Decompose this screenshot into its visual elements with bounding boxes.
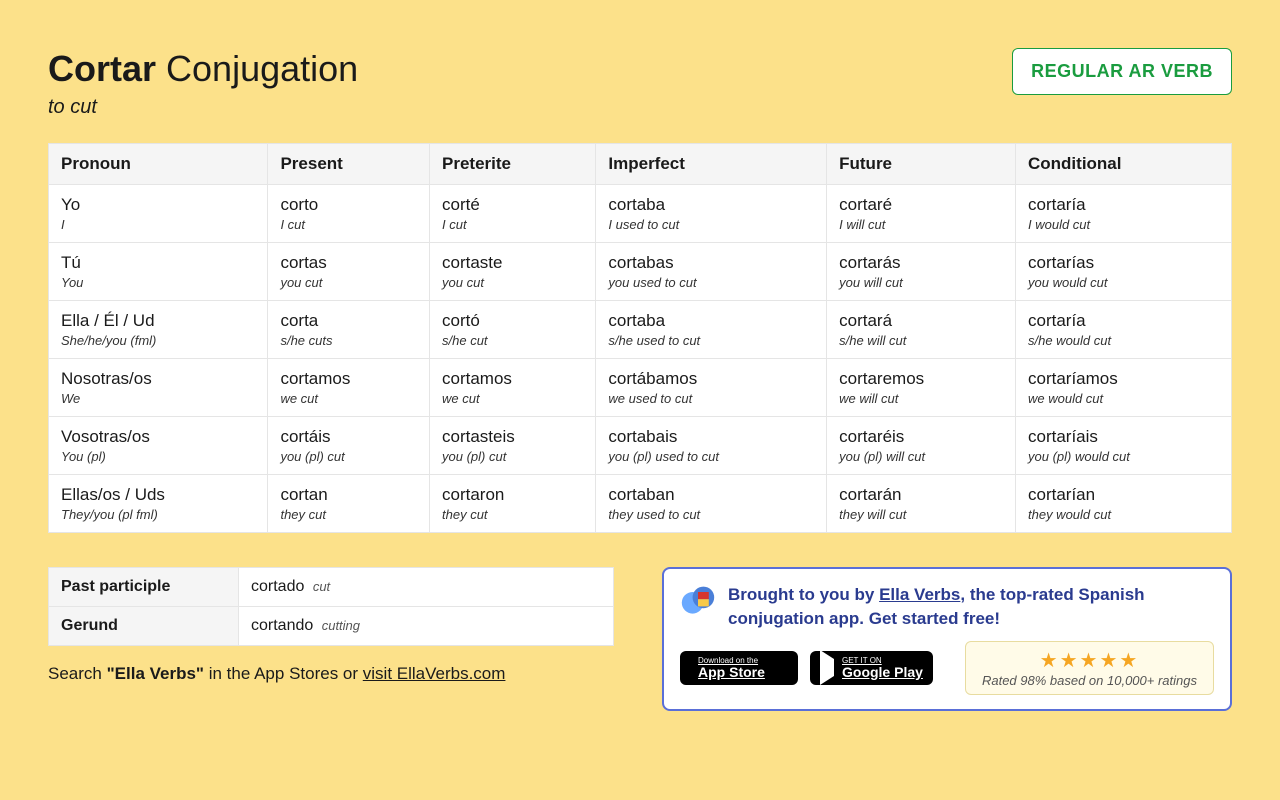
pronoun-cell: Vosotras/osYou (pl) bbox=[49, 417, 268, 475]
verb-translation: to cut bbox=[48, 96, 358, 119]
conjugation-cell: cortabas/he used to cut bbox=[596, 301, 827, 359]
pronoun-cell: Ellas/os / UdsThey/you (pl fml) bbox=[49, 475, 268, 533]
conjugation-cell: cortamoswe cut bbox=[268, 359, 430, 417]
conjugation-cell: cortamoswe cut bbox=[430, 359, 596, 417]
page-title: Cortar Conjugation bbox=[48, 48, 358, 90]
google-play-badge[interactable]: GET IT ON Google Play bbox=[810, 651, 933, 685]
pronoun-cell: Ella / Él / UdShe/he/you (fml) bbox=[49, 301, 268, 359]
ellaverbs-link[interactable]: visit EllaVerbs.com bbox=[363, 664, 506, 683]
gerund-translation: cutting bbox=[322, 618, 360, 633]
conjugation-cell: cortoI cut bbox=[268, 185, 430, 243]
gerund-label: Gerund bbox=[49, 607, 239, 646]
promo-box: Brought to you by Ella Verbs, the top-ra… bbox=[662, 567, 1232, 711]
conjugation-cell: cortáisyou (pl) cut bbox=[268, 417, 430, 475]
conjugation-cell: cortasyou cut bbox=[268, 243, 430, 301]
past-participle-label: Past participle bbox=[49, 568, 239, 607]
past-participle-value: cortado bbox=[251, 578, 304, 595]
column-header: Future bbox=[827, 144, 1016, 185]
pronoun-cell: Nosotras/osWe bbox=[49, 359, 268, 417]
table-row: TúYoucortasyou cutcortasteyou cutcortaba… bbox=[49, 243, 1232, 301]
column-header: Present bbox=[268, 144, 430, 185]
app-icon bbox=[680, 583, 716, 619]
conjugation-cell: cortaremoswe will cut bbox=[827, 359, 1016, 417]
pronoun-cell: YoI bbox=[49, 185, 268, 243]
conjugation-cell: cortaríaI would cut bbox=[1016, 185, 1232, 243]
star-icons: ★★★★★ bbox=[982, 648, 1197, 673]
extra-forms-table: Past participle cortado cut Gerund corta… bbox=[48, 567, 614, 646]
conjugation-cell: cortaránthey will cut bbox=[827, 475, 1016, 533]
conjugation-cell: cortabaisyou (pl) used to cut bbox=[596, 417, 827, 475]
table-row: YoIcortoI cutcortéI cutcortabaI used to … bbox=[49, 185, 1232, 243]
conjugation-cell: cortábamoswe used to cut bbox=[596, 359, 827, 417]
conjugation-cell: cortarías/he would cut bbox=[1016, 301, 1232, 359]
conjugation-cell: cortasteyou cut bbox=[430, 243, 596, 301]
ella-verbs-promo-link[interactable]: Ella Verbs bbox=[879, 585, 960, 604]
google-play-icon bbox=[820, 659, 834, 677]
conjugation-cell: cortarás/he will cut bbox=[827, 301, 1016, 359]
conjugation-cell: cortaréI will cut bbox=[827, 185, 1016, 243]
title-suffix: Conjugation bbox=[156, 48, 358, 89]
table-row: Ella / Él / UdShe/he/you (fml)cortas/he … bbox=[49, 301, 1232, 359]
conjugation-cell: cortaríaisyou (pl) would cut bbox=[1016, 417, 1232, 475]
rating-box: ★★★★★ Rated 98% based on 10,000+ ratings bbox=[965, 641, 1214, 695]
conjugation-cell: cortéI cut bbox=[430, 185, 596, 243]
conjugation-cell: cortabasyou used to cut bbox=[596, 243, 827, 301]
conjugation-cell: cortabaI used to cut bbox=[596, 185, 827, 243]
conjugation-cell: cortanthey cut bbox=[268, 475, 430, 533]
conjugation-cell: cortaríamoswe would cut bbox=[1016, 359, 1232, 417]
conjugation-cell: cortaríanthey would cut bbox=[1016, 475, 1232, 533]
conjugation-table: PronounPresentPreteriteImperfectFutureCo… bbox=[48, 143, 1232, 533]
conjugation-cell: cortabanthey used to cut bbox=[596, 475, 827, 533]
pronoun-cell: TúYou bbox=[49, 243, 268, 301]
gerund-value: cortando bbox=[251, 617, 313, 634]
table-row: Nosotras/osWecortamoswe cutcortamoswe cu… bbox=[49, 359, 1232, 417]
app-store-badge[interactable]: Download on the App Store bbox=[680, 651, 798, 685]
conjugation-cell: cortaríasyou would cut bbox=[1016, 243, 1232, 301]
gerund-cell: cortando cutting bbox=[239, 607, 614, 646]
past-participle-cell: cortado cut bbox=[239, 568, 614, 607]
table-row: Ellas/os / UdsThey/you (pl fml)cortanthe… bbox=[49, 475, 1232, 533]
conjugation-cell: cortasteisyou (pl) cut bbox=[430, 417, 596, 475]
conjugation-cell: cortas/he cuts bbox=[268, 301, 430, 359]
verb-name: Cortar bbox=[48, 48, 156, 89]
search-instruction: Search "Ella Verbs" in the App Stores or… bbox=[48, 664, 614, 684]
column-header: Preterite bbox=[430, 144, 596, 185]
past-participle-translation: cut bbox=[313, 579, 330, 594]
verb-type-badge: REGULAR AR VERB bbox=[1012, 48, 1232, 95]
column-header: Imperfect bbox=[596, 144, 827, 185]
column-header: Pronoun bbox=[49, 144, 268, 185]
conjugation-cell: cortaronthey cut bbox=[430, 475, 596, 533]
conjugation-cell: cortaréisyou (pl) will cut bbox=[827, 417, 1016, 475]
conjugation-cell: cortarásyou will cut bbox=[827, 243, 1016, 301]
promo-text: Brought to you by Ella Verbs, the top-ra… bbox=[728, 583, 1214, 631]
rating-text: Rated 98% based on 10,000+ ratings bbox=[982, 673, 1197, 688]
column-header: Conditional bbox=[1016, 144, 1232, 185]
conjugation-cell: cortós/he cut bbox=[430, 301, 596, 359]
table-row: Vosotras/osYou (pl)cortáisyou (pl) cutco… bbox=[49, 417, 1232, 475]
